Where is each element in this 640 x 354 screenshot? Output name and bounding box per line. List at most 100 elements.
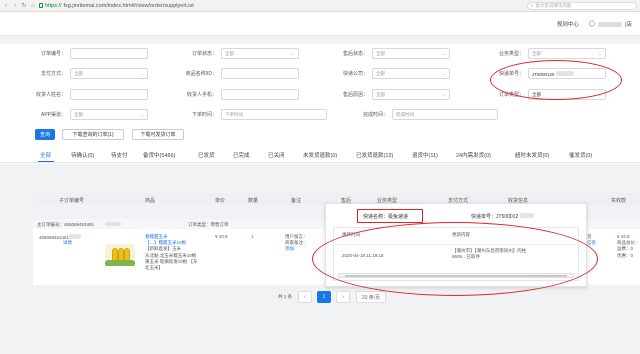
app-header: 规则中心 ◯ |店 [0,12,640,36]
product-info: 春糯甜玉米 【…】糯甜玉米10根 【新鲜直发】玉米 东北黏 北玉米糯玉米10根 … [145,234,201,271]
add-remark-link[interactable]: 添加 [285,246,308,252]
chevron-down-icon: ⌄ [290,50,295,57]
col-remark: 备注 [291,197,302,204]
pagination: 共 1 条 ‹ 1 › 20 条/页 [0,288,640,306]
active-tab-indicator [38,161,54,162]
download-shippable-orders-button[interactable]: 下载可发货订单 [132,129,184,140]
order-status-select[interactable]: 全部 ⌄ [221,48,299,59]
search-icon: ⌕ [531,3,534,8]
product-thumbnail [105,244,135,266]
tab-urge-shipping[interactable]: 催发货(0) [569,151,592,159]
user-menu[interactable]: ◯ |店 [589,20,632,28]
filter-aftersale-status: 售后状态： 全部 ⌄ [332,48,450,59]
refresh-icon[interactable]: ↻ [21,3,27,9]
filter-order-type: 订单类型： 全部 ⌄ [488,89,606,100]
user-icon: ◯ [588,21,596,27]
remarks: 用户留言： 商家备注： 添加 [285,234,308,252]
aftersale-status-select[interactable]: 全部 ⌄ [372,48,450,59]
order-type-select[interactable]: 全部 ⌄ [528,89,606,100]
tracking-no-input[interactable]: JT5000125 [528,68,606,79]
filter-receiver-phone: 收货人手机： [181,89,299,100]
chevron-down-icon: ⌄ [597,50,602,57]
chevron-down-icon: ⌄ [441,70,446,77]
filter-biz-type: 业务类型： 全部 ⌄ [488,48,606,59]
tab-completed[interactable]: 已完成 [233,151,250,159]
pay-method-select[interactable]: 全部 ⌄ [70,68,148,79]
col-price: 单价 [215,197,226,204]
quantity: 1 [251,234,254,239]
filter-express-company: 快递公司： 全部 ⌄ [332,68,450,79]
filter-aftersale-reason: 售后原因： 全部 ⌄ [332,89,450,100]
status-tabs: 全部 待确认(0) 待支付 备货中(5466) 已发货 已完成 已关闭 未发货退… [0,147,640,163]
tab-closed[interactable]: 已关闭 [268,151,285,159]
sub-order-no: 465069453491 [39,234,82,241]
col-qty: 数量 [248,197,259,204]
filter-order-no: 订单编号： [30,48,148,59]
user-name-redacted [598,21,623,27]
query-button[interactable]: 查询 [35,129,55,140]
back-arrow-icon[interactable]: ‹ [3,3,9,9]
express-name: 快递名称：极兔速递 [363,214,409,220]
biz-type-select[interactable]: 全部 ⌄ [528,48,606,59]
browser-toolbar: ‹ › ↻ ⌂ https://fxg.jinritemai.com/index… [0,0,640,12]
filter-pay-method: 支付方式： 全部 ⌄ [30,68,148,79]
page-size-select[interactable]: 20 条/页 [356,291,386,303]
tab-overdue-unshipped[interactable]: 超时未发货(0) [515,151,549,159]
url-scheme: https:// [45,2,62,9]
chevron-down-icon: ⌄ [441,50,446,57]
horizontal-scrollbar[interactable] [338,273,574,278]
tab-preparing[interactable]: 备货中(5466) [143,151,175,159]
redacted-text [555,70,574,76]
download-query-orders-button[interactable]: 下载查询的订单(1) [62,129,124,140]
page-1-button[interactable]: 1 [317,291,331,303]
filter-product-id: 商品名称/ID： [181,68,299,79]
order-type-label: 订单类型：零售订单 [188,221,229,227]
forward-arrow-icon[interactable]: › [12,3,18,9]
payment-summary: ¥ 43.9 商品总价： 运费：0 优惠：0 [617,234,640,258]
address-bar[interactable]: https://fxg.jinritemai.com/index.html#/v… [39,3,524,9]
app-channel-select[interactable]: 全部 ⌄ [70,109,148,120]
browser-search-placeholder: 张文宏说哪块肉能 [535,2,572,8]
col-product: 商品 [145,197,156,204]
tab-shipped[interactable]: 已发货 [198,151,215,159]
redacted-text [105,222,121,226]
filter-tracking-no: 快递单号： JT5000125 [488,68,606,79]
receiver-phone-input[interactable] [221,89,299,100]
help-center-link[interactable]: 规则中心 [557,20,579,28]
chevron-down-icon: ⌄ [139,111,144,118]
receiver-name-input[interactable] [70,89,148,100]
filter-order-time: 下单时间： 下单时间 [181,109,327,120]
browser-search-box[interactable]: ⌕ 张文宏说哪块肉能 [527,1,637,10]
product-id-input[interactable] [221,68,299,79]
log-content: 【潮州市】【潮州东昌府南同州】的柱 6606…已取件 [452,248,527,260]
url-text: fxg.jinritemai.com/index.html#/view/orde… [63,2,194,9]
express-company-select[interactable]: 全部 ⌄ [372,68,450,79]
home-icon[interactable]: ⌂ [30,3,36,9]
logistics-log-table: 更新时间 更新内容 2020-04-18 11:19:18 【潮州市】【潮州东昌… [333,227,579,281]
log-row: 2020-04-18 11:19:18 【潮州市】【潮州东昌府南同州】的柱 66… [334,244,578,266]
total-count: 共 1 条 [278,294,293,299]
tab-pending-pay[interactable]: 待支付 [111,151,128,159]
order-time-picker[interactable]: 下单时间 [221,109,327,120]
log-time: 2020-04-18 11:19:18 [342,253,384,258]
popup-tracking-no: 快递单号：JT500012 [471,213,534,220]
prev-page-button[interactable]: ‹ [298,291,312,303]
tab-all[interactable]: 全部 [40,151,51,159]
tab-pending-confirm[interactable]: 待确认(0) [71,151,94,159]
tab-ship-within-24h[interactable]: 24内需发货(0) [456,151,491,159]
tab-returning[interactable]: 退货中(11) [412,151,438,159]
lock-icon [39,3,43,8]
chevron-down-icon: ⌄ [139,70,144,77]
tab-unshipped-refund[interactable]: 未发货退款(0) [303,151,337,159]
aftersale-reason-select[interactable]: 全部 ⌄ [372,89,450,100]
tab-shipped-refund[interactable]: 已发货退款(13) [356,151,393,159]
col-update-time: 更新时间 [342,232,360,237]
finish-time-picker[interactable]: 完成时间 [392,109,498,120]
filter-app-channel: APP渠道： 全部 ⌄ [30,109,148,120]
col-sub-order: 子订单编号 [59,197,85,204]
next-page-button[interactable]: › [336,291,350,303]
order-no-input[interactable] [70,48,148,59]
main-order-no: 主订单编号：465069453491 [37,221,95,227]
detail-link[interactable]: 详情 [63,240,72,246]
filter-receiver-name: 收货人姓名： [30,89,148,100]
